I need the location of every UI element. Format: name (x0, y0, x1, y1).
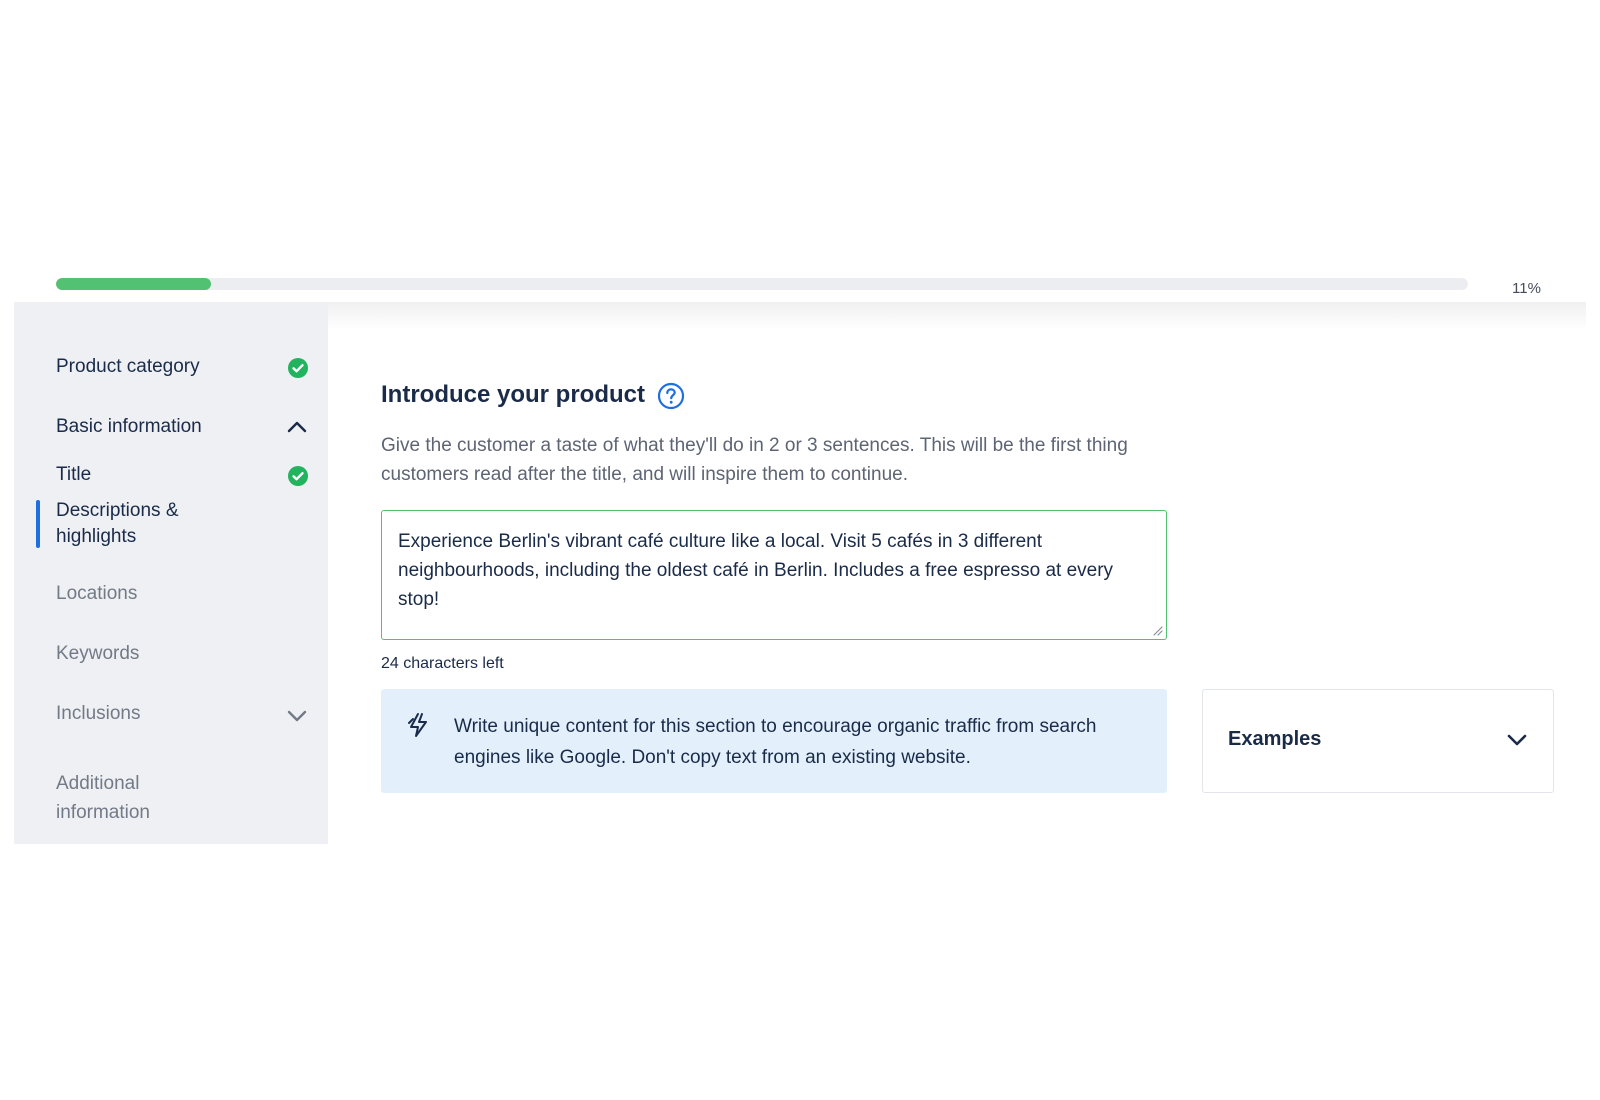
sidebar-item-inclusions[interactable]: Inclusions (56, 701, 141, 727)
sidebar-item-label: Inclusions (56, 703, 141, 724)
help-circle-icon[interactable] (657, 382, 685, 410)
chevron-down-icon[interactable] (1503, 726, 1531, 754)
sidebar-item-label: Descriptions & highlights (56, 500, 179, 547)
sidebar-item-keywords[interactable]: Keywords (56, 641, 139, 667)
progress-bar (56, 278, 1468, 290)
sidebar-item-label: Additional information (56, 773, 150, 823)
examples-dropdown[interactable]: Examples (1202, 689, 1554, 793)
description-textarea[interactable]: Experience Berlin's vibrant café culture… (381, 510, 1167, 640)
sidebar-item-label: Locations (56, 583, 138, 604)
active-item-indicator (36, 500, 40, 548)
sidebar-item-label: Keywords (56, 643, 140, 664)
character-counter: 24 characters left (381, 655, 504, 672)
sidebar-item-descriptions-highlights[interactable]: Descriptions & highlights (56, 498, 226, 550)
check-circle-icon (288, 358, 308, 378)
seo-tip-banner: Write unique content for this section to… (381, 689, 1167, 793)
progress-bar-fill (56, 278, 212, 290)
sidebar-nav: Product category Basic information Title… (14, 303, 328, 844)
sidebar-item-basic-information[interactable]: Basic information (56, 414, 202, 440)
page-title: Introduce your product (381, 381, 645, 408)
sidebar-item-locations[interactable]: Locations (56, 581, 137, 607)
sidebar-item-additional-information[interactable]: Additional information (56, 769, 206, 827)
description-textarea-value[interactable]: Experience Berlin's vibrant café culture… (398, 527, 1138, 614)
seo-tip-text: Write unique content for this section to… (454, 716, 1097, 768)
sidebar-item-title[interactable]: Title (56, 462, 91, 488)
section-description: Give the customer a taste of what they'l… (381, 435, 1128, 485)
progress-percent: 11% (1512, 280, 1541, 297)
examples-label: Examples (1228, 728, 1322, 750)
sidebar-item-label: Basic information (56, 416, 202, 437)
sidebar-item-label: Product category (56, 356, 200, 377)
chevron-up-icon[interactable] (284, 414, 310, 440)
sidebar-item-product-category[interactable]: Product category (56, 354, 200, 380)
chevron-down-icon[interactable] (284, 703, 310, 729)
bolt-icon (408, 713, 427, 737)
sidebar-item-label: Title (56, 464, 92, 485)
check-circle-icon (288, 466, 308, 486)
resize-handle-icon[interactable] (1151, 624, 1163, 636)
